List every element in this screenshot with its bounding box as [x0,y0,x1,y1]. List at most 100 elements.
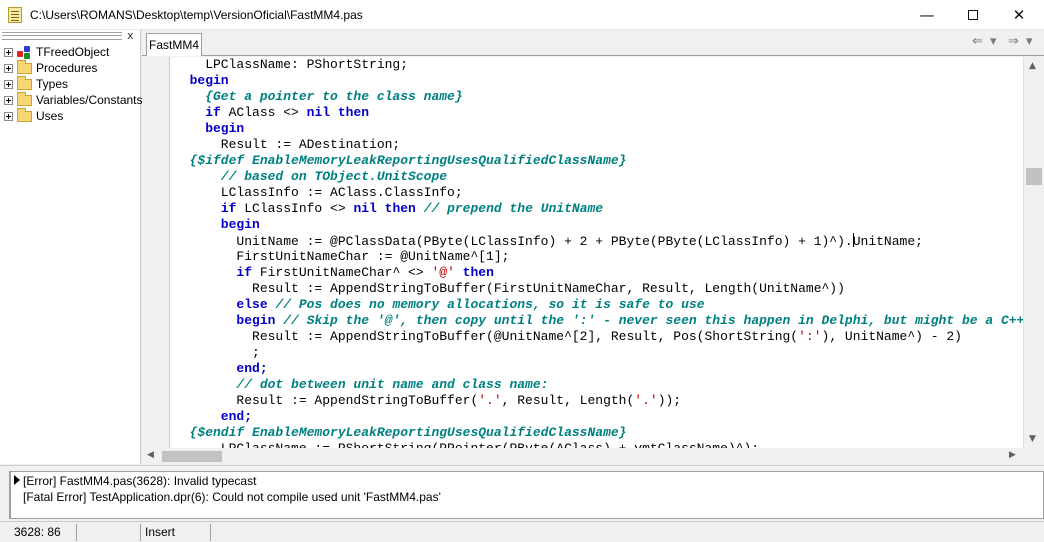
code-token-string: '.' [634,393,658,408]
title-bar: C:\Users\ROMANS\Desktop\temp\VersionOfic… [0,0,1044,30]
minimize-button[interactable]: — [904,0,950,30]
code-line[interactable]: if AClass <> nil then [174,105,1023,121]
code-token-comment: // based on TObject.UnitScope [174,169,448,184]
expand-plus-icon[interactable] [4,63,13,73]
code-line[interactable]: ; [174,345,1023,361]
code-editor[interactable]: LPClassName: PShortString; begin {Get a … [142,57,1023,448]
code-token-comment: {$endif EnableMemoryLeakReportingUsesQua… [174,425,627,440]
code-line[interactable]: if LClassInfo <> nil then // prepend the… [174,201,1023,217]
scroll-corner [1023,448,1044,465]
code-line[interactable]: {$ifdef EnableMemoryLeakReportingUsesQua… [174,153,1023,169]
code-token-keyword: begin [174,121,245,136]
code-line[interactable]: LPClassName: PShortString; [174,57,1023,73]
code-token-plain: LClassInfo := AClass.ClassInfo; [174,185,463,200]
code-token-plain: FirstUnitNameChar^ <> [252,265,432,280]
status-separator [76,524,77,541]
code-line[interactable]: if FirstUnitNameChar^ <> '@' then [174,265,1023,281]
cursor-position: 3628: 86 [14,525,61,539]
code-token-comment: // Pos does no memory allocations, so it… [267,297,705,312]
tab-fastmm4[interactable]: FastMM4 [146,33,202,56]
expand-plus-icon[interactable] [4,47,13,57]
code-token-plain: AClass <> [220,105,307,120]
insert-mode: Insert [145,525,176,539]
message-error[interactable]: [Error] FastMM4.pas(3628): Invalid typec… [23,474,256,488]
expand-plus-icon[interactable] [4,95,13,105]
code-line[interactable]: else // Pos does no memory allocations, … [174,297,1023,313]
tree-item-label: Types [36,77,69,91]
code-line[interactable]: begin // Skip the '@', then copy until t… [174,313,1023,329]
code-text[interactable]: LPClassName: PShortString; begin {Get a … [174,57,1023,448]
code-token-plain: LPClassName := PShortString(PPointer(PBy… [174,441,759,448]
tree-item-label: Procedures [36,61,98,75]
code-token-comment: // dot between unit name and class name: [174,377,549,392]
code-line[interactable]: Result := AppendStringToBuffer(FirstUnit… [174,281,1023,297]
folder-icon [17,91,32,106]
vertical-scrollbar[interactable]: ▲ ▼ [1023,57,1044,448]
code-line[interactable]: LClassInfo := AClass.ClassInfo; [174,185,1023,201]
class-icon [17,45,32,59]
gutter-divider [169,57,170,448]
scroll-up-icon[interactable]: ▲ [1029,61,1036,71]
tree-item-label: TFreedObject [36,45,110,59]
code-token-string: ':' [798,329,822,344]
message-pane: [Error] FastMM4.pas(3628): Invalid typec… [10,471,1044,519]
panel-grip[interactable] [2,32,122,40]
code-line[interactable]: LPClassName := PShortString(PPointer(PBy… [174,441,1023,448]
code-token-keyword: begin [174,73,229,88]
scroll-left-icon[interactable]: ◀ [147,450,154,460]
code-token-keyword: else [236,297,268,312]
tree-item[interactable]: Procedures [4,59,98,76]
code-line[interactable]: {Get a pointer to the class name} [174,89,1023,105]
editor-gutter[interactable] [142,57,169,448]
code-line[interactable]: end; [174,361,1023,377]
code-line[interactable]: begin [174,121,1023,137]
code-token-keyword: nil then [353,201,416,216]
code-token-plain: Result := AppendStringToBuffer(FirstUnit… [174,281,845,296]
code-line[interactable]: end; [174,409,1023,425]
code-token-plain: Result := ADestination; [174,137,401,152]
scroll-right-icon[interactable]: ▶ [1009,450,1016,460]
maximize-button[interactable] [950,0,996,30]
maximize-icon [968,10,978,20]
tree-item[interactable]: Types [4,75,69,92]
code-token-comment: {$ifdef EnableMemoryLeakReportingUsesQua… [174,153,627,168]
back-dropdown-icon[interactable]: ▾ [990,34,997,49]
back-arrow-icon[interactable]: ⇐ [972,34,983,49]
code-line[interactable]: Result := AppendStringToBuffer('.', Resu… [174,393,1023,409]
editor-tab-strip: FastMM4 ⇐ ▾ ⇒ ▾ [142,30,1044,56]
code-token-plain: UnitName; [852,234,923,249]
close-button[interactable]: ✕ [996,0,1042,30]
selected-message-arrow-icon [14,475,20,485]
code-token-plain: LClassInfo <> [236,201,354,216]
vertical-scroll-thumb[interactable] [1026,168,1042,185]
expand-plus-icon[interactable] [4,111,13,121]
folder-icon [17,59,32,74]
scroll-down-icon[interactable]: ▼ [1029,434,1036,444]
code-line[interactable]: // based on TObject.UnitScope [174,169,1023,185]
code-token-comment: // Skip the '@', then copy until the ':'… [275,313,1023,328]
code-token-keyword: if [236,265,253,280]
status-bar: 3628: 86 Insert [0,521,1044,542]
horizontal-scroll-thumb[interactable] [162,451,222,462]
code-token-keyword: end; [174,361,268,376]
code-line[interactable]: // dot between unit name and class name: [174,377,1023,393]
code-line[interactable]: begin [174,73,1023,89]
tree-item[interactable]: Variables/Constants [4,91,143,108]
expand-plus-icon[interactable] [4,79,13,89]
code-line[interactable]: Result := AppendStringToBuffer(@UnitName… [174,329,1023,345]
code-line[interactable]: {$endif EnableMemoryLeakReportingUsesQua… [174,425,1023,441]
forward-dropdown-icon[interactable]: ▾ [1026,34,1033,49]
message-fatal-error[interactable]: [Fatal Error] TestApplication.dpr(6): Co… [23,490,441,504]
tree-item[interactable]: TFreedObject [4,44,109,60]
panel-close-icon[interactable]: x [127,29,134,42]
forward-arrow-icon[interactable]: ⇒ [1008,34,1019,49]
code-line[interactable]: UnitName := @PClassData(PByte(LClassInfo… [174,233,1023,249]
message-pane-handle[interactable] [0,471,10,519]
code-line[interactable]: FirstUnitNameChar := @UnitName^[1]; [174,249,1023,265]
code-line[interactable]: Result := ADestination; [174,137,1023,153]
code-token-keyword: begin [174,217,260,232]
tree-item[interactable]: Uses [4,107,63,124]
code-line[interactable]: begin [174,217,1023,233]
horizontal-scrollbar[interactable]: ◀ ▶ [142,448,1023,465]
